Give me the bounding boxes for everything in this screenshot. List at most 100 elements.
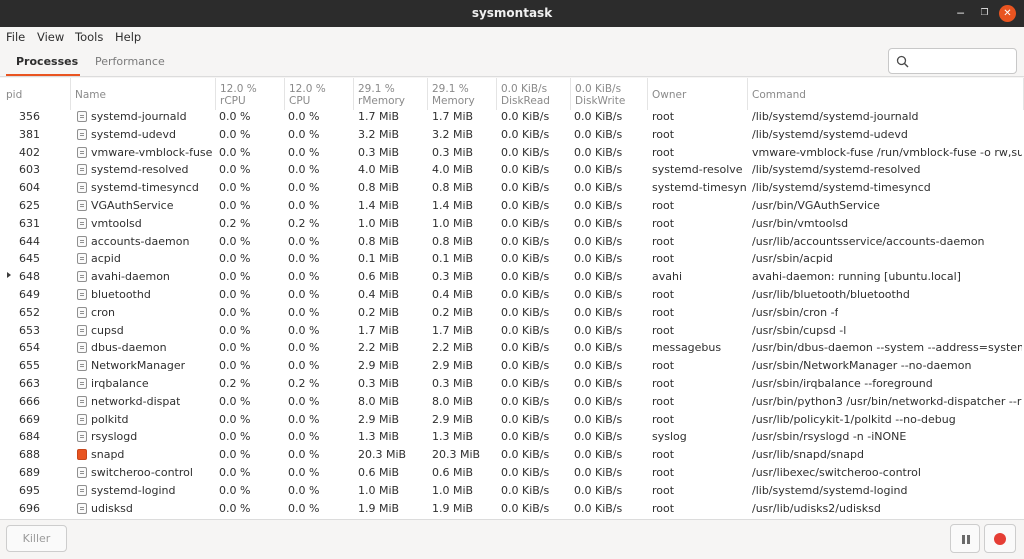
- table-row[interactable]: 649 bluetoothd 0.0 % 0.0 % 0.4 MiB 0.4 MiB 0.0…: [0, 286, 1024, 304]
- cell-dread: 0.0 KiB/s: [501, 216, 550, 230]
- menu-help[interactable]: Help: [115, 30, 141, 44]
- cell-cpu: 0.0 %: [288, 234, 320, 248]
- pause-button[interactable]: [950, 524, 980, 553]
- cell-dread: 0.0 KiB/s: [501, 501, 550, 515]
- cell-dwrite: 0.0 KiB/s: [574, 199, 623, 212]
- cell-command: /usr/lib/snapd/snapd: [752, 448, 864, 462]
- table-row[interactable]: 654 dbus-daemon 0.0 % 0.0 % 2.2 MiB 2.2 MiB 0.…: [0, 339, 1024, 357]
- cell-command: /usr/bin/python3 /usr/bin/networkd-dispa…: [752, 394, 1022, 408]
- cell-rmem: 20.3 MiB: [358, 448, 407, 462]
- cell-mem: 0.3 MiB: [432, 270, 474, 284]
- table-row[interactable]: 696 udisksd 0.0 % 0.0 % 1.9 MiB 1.9 MiB 0.0 Ki…: [0, 500, 1024, 518]
- cell-pid: 653: [19, 323, 40, 337]
- table-row[interactable]: 663 irqbalance 0.2 % 0.2 % 0.3 MiB 0.3 MiB 0.0…: [0, 375, 1024, 393]
- stop-button[interactable]: [984, 524, 1016, 553]
- bottom-bar: Killer: [0, 519, 1024, 559]
- column-label: Memory: [432, 95, 475, 107]
- cell-owner: root: [652, 199, 675, 212]
- search-box[interactable]: [888, 48, 1017, 74]
- cell-rmem: 0.6 MiB: [358, 270, 400, 284]
- column-header-mem[interactable]: 29.1 % Memory: [428, 78, 497, 110]
- cell-dread: 0.0 KiB/s: [501, 288, 550, 301]
- cell-dwrite: 0.0 KiB/s: [574, 448, 623, 462]
- search-input[interactable]: [913, 52, 1011, 70]
- cell-pid: 381: [19, 127, 40, 141]
- table-row[interactable]: 655 NetworkManager 0.0 % 0.0 % 2.9 MiB 2.9 Mi…: [0, 357, 1024, 375]
- maximize-button[interactable]: ❐: [976, 5, 993, 22]
- column-header-command[interactable]: Command: [748, 78, 1024, 110]
- cell-dread: 0.0 KiB/s: [501, 394, 550, 408]
- process-icon: [77, 253, 87, 265]
- cell-pid: 695: [19, 483, 40, 497]
- table-row[interactable]: 402 vmware-vmblock-fuse 0.0 % 0.0 % 0.3 MiB 0…: [0, 144, 1024, 162]
- cell-name: systemd-resolved: [91, 163, 189, 177]
- column-header-dread[interactable]: 0.0 KiB/s DiskRead: [497, 78, 571, 110]
- column-header-owner[interactable]: Owner: [648, 78, 748, 110]
- minimize-button[interactable]: ─: [952, 5, 969, 22]
- cell-dread: 0.0 KiB/s: [501, 181, 550, 195]
- tab-processes[interactable]: Processes: [16, 55, 78, 68]
- cell-cpu: 0.0 %: [288, 305, 320, 319]
- cell-name: vmware-vmblock-fuse: [91, 145, 213, 159]
- cell-cpu: 0.2 %: [288, 377, 320, 390]
- cell-rcpu: 0.0 %: [219, 145, 251, 159]
- column-label: CPU: [289, 95, 311, 107]
- cell-name: accounts-daemon: [91, 234, 190, 248]
- column-header-dwrite[interactable]: 0.0 KiB/s DiskWrite: [571, 78, 648, 110]
- cell-dread: 0.0 KiB/s: [501, 412, 550, 426]
- column-header-pid[interactable]: pid: [0, 78, 71, 110]
- cell-mem: 0.8 MiB: [432, 181, 474, 195]
- table-row[interactable]: 648 avahi-daemon 0.0 % 0.0 % 0.6 MiB 0.3 MiB 0…: [0, 268, 1024, 286]
- killer-button[interactable]: Killer: [6, 525, 67, 552]
- cell-name: switcheroo-control: [91, 466, 193, 479]
- cell-mem: 2.9 MiB: [432, 359, 474, 373]
- table-row[interactable]: 688 snapd 0.0 % 0.0 % 20.3 MiB 20.3 MiB 0.0 Ki…: [0, 446, 1024, 464]
- table-row[interactable]: 652 cron 0.0 % 0.0 % 0.2 MiB 0.2 MiB 0.0 KiB/s…: [0, 304, 1024, 322]
- cell-owner: root: [652, 252, 675, 266]
- table-row[interactable]: 653 cupsd 0.0 % 0.0 % 1.7 MiB 1.7 MiB 0.0 KiB/…: [0, 322, 1024, 340]
- column-header-rcpu[interactable]: 12.0 % rCPU: [216, 78, 285, 110]
- menu-view[interactable]: View: [37, 30, 64, 44]
- table-row[interactable]: 666 networkd-dispat 0.0 % 0.0 % 8.0 MiB 8.0 M…: [0, 393, 1024, 411]
- tab-performance[interactable]: Performance: [95, 55, 165, 68]
- cell-dwrite: 0.0 KiB/s: [574, 430, 623, 444]
- expander-arrow-icon[interactable]: [7, 272, 11, 279]
- table-row[interactable]: 631 vmtoolsd 0.2 % 0.2 % 1.0 MiB 1.0 MiB 0.0 K…: [0, 215, 1024, 233]
- menu-file[interactable]: File: [6, 30, 25, 44]
- cell-dread: 0.0 KiB/s: [501, 270, 550, 284]
- table-row[interactable]: 645 acpid 0.0 % 0.0 % 0.1 MiB 0.1 MiB 0.0 KiB/…: [0, 250, 1024, 268]
- cell-command: /usr/lib/bluetooth/bluetoothd: [752, 288, 910, 301]
- table-row[interactable]: 356 systemd-journald 0.0 % 0.0 % 1.7 MiB 1.7 …: [0, 108, 1024, 126]
- table-row[interactable]: 689 switcheroo-control 0.0 % 0.0 % 0.6 MiB 0.…: [0, 464, 1024, 482]
- cell-owner: systemd-timesync: [652, 181, 746, 195]
- close-button[interactable]: ✕: [999, 5, 1016, 22]
- cell-rmem: 1.7 MiB: [358, 110, 400, 123]
- cell-rcpu: 0.0 %: [219, 252, 251, 266]
- table-row[interactable]: 603 systemd-resolved 0.0 % 0.0 % 4.0 MiB 4.0 …: [0, 161, 1024, 179]
- process-icon: [77, 484, 87, 496]
- table-row[interactable]: 695 systemd-logind 0.0 % 0.0 % 1.0 MiB 1.0 Mi…: [0, 482, 1024, 500]
- cell-pid: 645: [19, 252, 40, 266]
- cell-dread: 0.0 KiB/s: [501, 145, 550, 159]
- table-row[interactable]: 644 accounts-daemon 0.0 % 0.0 % 0.8 MiB 0.8 M…: [0, 233, 1024, 251]
- cell-cpu: 0.0 %: [288, 359, 320, 373]
- cell-rcpu: 0.0 %: [219, 394, 251, 408]
- table-row[interactable]: 625 VGAuthService 0.0 % 0.0 % 1.4 MiB 1.4 MiB…: [0, 197, 1024, 215]
- cell-dwrite: 0.0 KiB/s: [574, 127, 623, 141]
- cell-cpu: 0.0 %: [288, 181, 320, 195]
- cell-rmem: 3.2 MiB: [358, 127, 400, 141]
- table-row[interactable]: 669 polkitd 0.0 % 0.0 % 2.9 MiB 2.9 MiB 0.0 Ki…: [0, 411, 1024, 429]
- cell-owner: root: [652, 110, 675, 123]
- cell-rcpu: 0.0 %: [219, 305, 251, 319]
- column-header-name[interactable]: Name: [71, 78, 216, 110]
- cell-rmem: 0.3 MiB: [358, 377, 400, 390]
- cell-owner: root: [652, 288, 675, 301]
- table-row[interactable]: 381 systemd-udevd 0.0 % 0.0 % 3.2 MiB 3.2 MiB…: [0, 126, 1024, 144]
- column-header-cpu[interactable]: 12.0 % CPU: [285, 78, 354, 110]
- table-row[interactable]: 684 rsyslogd 0.0 % 0.0 % 1.3 MiB 1.3 MiB 0.0 K…: [0, 428, 1024, 446]
- cell-name: systemd-udevd: [91, 127, 176, 141]
- menu-tools[interactable]: Tools: [75, 30, 103, 44]
- column-header-rmem[interactable]: 29.1 % rMemory: [354, 78, 428, 110]
- cell-dwrite: 0.0 KiB/s: [574, 377, 623, 390]
- table-row[interactable]: 604 systemd-timesyncd 0.0 % 0.0 % 0.8 MiB 0.8…: [0, 179, 1024, 197]
